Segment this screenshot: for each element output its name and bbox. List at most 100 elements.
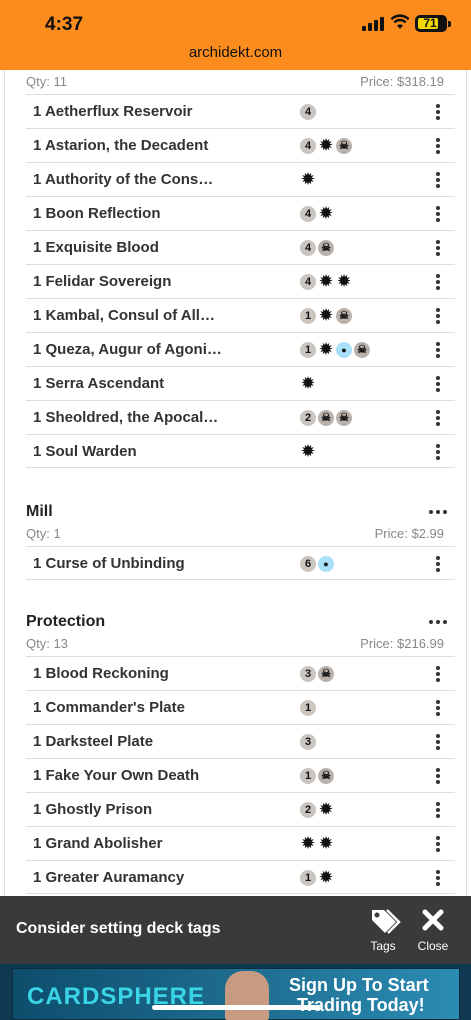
ad-banner[interactable]: CARDSPHERE Sign Up To Start Trading Toda… [0, 964, 471, 1020]
card-row[interactable]: 1 Fake Your Own Death 1 ☠ [26, 758, 455, 792]
mana-cost: 1 ✹ [300, 870, 334, 886]
mana-cost: ✹ [300, 444, 316, 460]
card-row[interactable]: 1 Darksteel Plate 3 [26, 724, 455, 758]
card-name[interactable]: 1 Fake Your Own Death [33, 767, 199, 784]
card-name[interactable]: 1 Aetherflux Reservoir [33, 103, 193, 120]
card-row[interactable]: 1 Curse of Unbinding 6 ● [26, 546, 455, 580]
card-row[interactable]: 1 Greater Auramancy 1 ✹ [26, 860, 455, 894]
section-menu-icon[interactable] [429, 508, 449, 516]
card-name[interactable]: 1 Astarion, the Decadent [33, 137, 208, 154]
card-options-icon[interactable] [436, 308, 440, 324]
mana-cost: 2 ☠ ☠ [300, 410, 352, 426]
card-row[interactable]: 1 Soul Warden ✹ [26, 434, 455, 468]
card-row[interactable]: 1 Ghostly Prison 2 ✹ [26, 792, 455, 826]
card-name[interactable]: 1 Grand Abolisher [33, 835, 162, 852]
card-row[interactable]: 1 Felidar Sovereign 4 ✹ ✹ [26, 264, 455, 298]
card-name[interactable]: 1 Boon Reflection [33, 205, 161, 222]
card-name[interactable]: 1 Kambal, Consul of All… [33, 307, 215, 324]
black-mana-icon: ☠ [318, 410, 334, 426]
card-options-icon[interactable] [436, 172, 440, 188]
mana-cost: ✹ ✹ [300, 836, 334, 852]
card-row[interactable]: 1 Authority of the Cons… ✹ [26, 162, 455, 196]
white-mana-icon: ✹ [319, 801, 333, 818]
card-row[interactable]: 1 Queza, Augur of Agoni… 1 ✹ ● ☠ [26, 332, 455, 366]
section-price: Price: $2.99 [374, 526, 444, 541]
card-options-icon[interactable] [436, 342, 440, 358]
card-options-icon[interactable] [436, 104, 440, 120]
close-button[interactable]: Close [414, 906, 452, 956]
card-name[interactable]: 1 Sheoldred, the Apocal… [33, 409, 218, 426]
black-mana-icon: ☠ [336, 138, 352, 154]
tags-icon [372, 909, 401, 934]
card-options-icon[interactable] [436, 444, 440, 460]
deck-panel: Qty: 11 Price: $318.19 1 Aetherflux Rese… [4, 70, 467, 896]
white-mana-icon: ✹ [301, 171, 315, 188]
mana-cost: 2 ✹ [300, 802, 334, 818]
card-row[interactable]: 1 Commander's Plate 1 [26, 690, 455, 724]
mana-cost: 1 ✹ ☠ [300, 308, 352, 324]
card-row[interactable]: 1 Aetherflux Reservoir 4 [26, 94, 455, 128]
home-indicator[interactable] [152, 1005, 320, 1010]
card-name[interactable]: 1 Queza, Augur of Agoni… [33, 341, 222, 358]
mana-cost: 3 [300, 734, 316, 750]
card-options-icon[interactable] [436, 734, 440, 750]
card-name[interactable]: 1 Authority of the Cons… [33, 171, 213, 188]
card-options-icon[interactable] [436, 274, 440, 290]
address-bar-url[interactable]: archidekt.com [0, 44, 471, 61]
generic-mana-icon: 4 [300, 206, 316, 222]
card-options-icon[interactable] [436, 836, 440, 852]
card-row[interactable]: 1 Blood Reckoning 3 ☠ [26, 656, 455, 690]
generic-mana-icon: 1 [300, 308, 316, 324]
card-options-icon[interactable] [436, 138, 440, 154]
deck-list: Qty: 11 Price: $318.19 1 Aetherflux Rese… [0, 70, 471, 896]
card-options-icon[interactable] [436, 700, 440, 716]
card-name[interactable]: 1 Exquisite Blood [33, 239, 159, 256]
mana-cost: 3 ☠ [300, 666, 334, 682]
card-options-icon[interactable] [436, 870, 440, 886]
card-name[interactable]: 1 Darksteel Plate [33, 733, 153, 750]
section-price: Price: $216.99 [360, 636, 444, 651]
card-row[interactable]: 1 Exquisite Blood 4 ☠ [26, 230, 455, 264]
generic-mana-icon: 1 [300, 870, 316, 886]
black-mana-icon: ☠ [336, 410, 352, 426]
close-label: Close [417, 939, 449, 953]
card-row[interactable]: 1 Boon Reflection 4 ✹ [26, 196, 455, 230]
tags-label: Tags [370, 939, 396, 953]
card-options-icon[interactable] [436, 376, 440, 392]
section-menu-icon[interactable] [429, 618, 449, 626]
card-name[interactable]: 1 Soul Warden [33, 443, 137, 460]
card-options-icon[interactable] [436, 666, 440, 682]
black-mana-icon: ☠ [354, 342, 370, 358]
card-options-icon[interactable] [436, 410, 440, 426]
generic-mana-icon: 2 [300, 410, 316, 426]
card-row[interactable]: 1 Grand Abolisher ✹ ✹ [26, 826, 455, 860]
card-name[interactable]: 1 Blood Reckoning [33, 665, 169, 682]
card-name[interactable]: 1 Felidar Sovereign [33, 273, 171, 290]
card-row[interactable]: 1 Sheoldred, the Apocal… 2 ☠ ☠ [26, 400, 455, 434]
cellular-signal-icon [362, 17, 384, 31]
close-icon [422, 909, 444, 931]
card-name[interactable]: 1 Greater Auramancy [33, 869, 184, 886]
card-name[interactable]: 1 Serra Ascendant [33, 375, 164, 392]
card-name[interactable]: 1 Curse of Unbinding [33, 555, 185, 572]
generic-mana-icon: 4 [300, 138, 316, 154]
card-options-icon[interactable] [436, 206, 440, 222]
card-row[interactable]: 1 Astarion, the Decadent 4 ✹ ☠ [26, 128, 455, 162]
mana-cost: 1 ✹ ● ☠ [300, 342, 370, 358]
mana-cost: ✹ [300, 376, 316, 392]
card-row[interactable]: 1 Serra Ascendant ✹ [26, 366, 455, 400]
card-row[interactable]: 1 Kambal, Consul of All… 1 ✹ ☠ [26, 298, 455, 332]
section-price: Price: $318.19 [360, 74, 444, 89]
card-options-icon[interactable] [436, 768, 440, 784]
card-options-icon[interactable] [436, 802, 440, 818]
card-name[interactable]: 1 Commander's Plate [33, 699, 185, 716]
white-mana-icon: ✹ [319, 341, 333, 358]
ad-cta-line1: Sign Up To Start [289, 975, 429, 995]
card-options-icon[interactable] [436, 556, 440, 572]
black-mana-icon: ☠ [318, 768, 334, 784]
generic-mana-icon: 2 [300, 802, 316, 818]
tags-button[interactable]: Tags [364, 906, 402, 956]
card-name[interactable]: 1 Ghostly Prison [33, 801, 152, 818]
white-mana-icon: ✹ [337, 273, 351, 290]
card-options-icon[interactable] [436, 240, 440, 256]
